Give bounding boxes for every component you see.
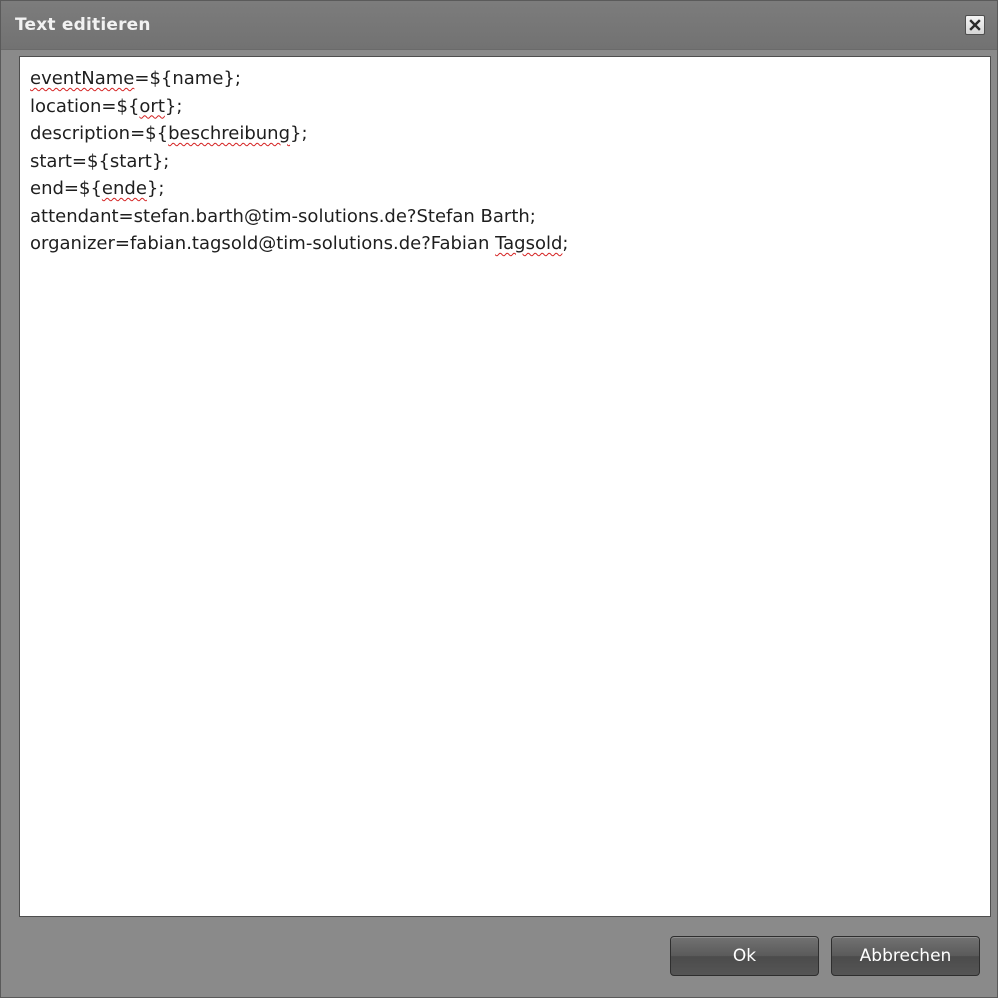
misspelled-word: beschreibung bbox=[168, 123, 291, 144]
ok-button[interactable]: Ok bbox=[670, 936, 819, 976]
close-icon bbox=[969, 19, 981, 31]
dialog-titlebar[interactable]: Text editieren bbox=[1, 1, 997, 50]
editor-line[interactable]: end=${ende}; bbox=[30, 175, 980, 203]
dialog-title: Text editieren bbox=[15, 15, 151, 35]
misspelled-word: Tagsold bbox=[495, 233, 563, 254]
editor-text: end=${ bbox=[30, 178, 102, 199]
editor-text: }; bbox=[146, 178, 165, 199]
cancel-button[interactable]: Abbrechen bbox=[831, 936, 980, 976]
editor-text: start=${start}; bbox=[30, 150, 170, 172]
editor-text: }; bbox=[164, 95, 183, 117]
editor-text: attendant=stefan.barth@tim-solutions.de?… bbox=[30, 205, 536, 227]
editor-text: description=${ bbox=[30, 123, 169, 144]
editor-text: organizer=fabian.tagsold@tim-solutions.d… bbox=[30, 233, 496, 254]
close-button[interactable] bbox=[965, 15, 985, 35]
text-editor-area[interactable]: eventName=${name}; location=${ort}; descri… bbox=[19, 56, 991, 917]
editor-line[interactable]: location=${ort}; bbox=[30, 93, 980, 121]
editor-line[interactable]: attendant=stefan.barth@tim-solutions.de?… bbox=[30, 203, 980, 231]
text-edit-dialog: Text editieren eventName=${name}; locatio… bbox=[0, 0, 998, 998]
text-editor-content[interactable]: eventName=${name}; location=${ort}; descri… bbox=[30, 65, 980, 258]
editor-text: location=${ bbox=[30, 95, 140, 117]
editor-line[interactable]: organizer=fabian.tagsold@tim-solutions.d… bbox=[30, 230, 980, 258]
editor-line[interactable]: eventName=${name}; bbox=[30, 65, 980, 93]
editor-line[interactable]: start=${start}; bbox=[30, 148, 980, 176]
misspelled-word: eventName bbox=[30, 68, 135, 89]
editor-text: =${name}; bbox=[134, 68, 241, 89]
editor-line[interactable]: description=${beschreibung}; bbox=[30, 120, 980, 148]
editor-text: ; bbox=[562, 233, 569, 254]
misspelled-word: ende bbox=[101, 178, 147, 199]
editor-text: }; bbox=[290, 123, 308, 144]
misspelled-word: ort bbox=[139, 95, 165, 117]
